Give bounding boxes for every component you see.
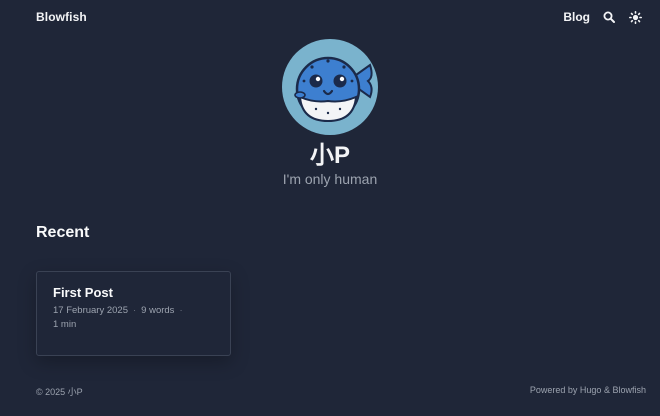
post-date: 17 February 2025: [53, 305, 128, 316]
nav-blog-link[interactable]: Blog: [563, 10, 590, 24]
author-headline: I'm only human: [282, 171, 378, 187]
footer-copyright: © 2025 小P: [36, 387, 83, 397]
post-word-count: 9 words: [141, 305, 175, 316]
post-card[interactable]: First Post 17 February 2025 · 9 words · 1 m…: [36, 271, 231, 356]
site-brand-link[interactable]: Blowfish: [36, 10, 87, 24]
author-profile: 小P I'm only human: [0, 39, 660, 187]
page: Blowfish Blog 小P I'm only human Recent F…: [0, 0, 660, 416]
search-icon[interactable]: [602, 10, 616, 24]
site-footer: © 2025 小P Powered by Hugo & Blowfish: [36, 385, 646, 398]
footer-powered-by: Powered by Hugo & Blowfish: [530, 385, 646, 398]
site-header: Blowfish Blog: [0, 0, 660, 34]
meta-separator: ·: [179, 305, 183, 316]
meta-separator: ·: [133, 305, 137, 316]
hugo-link[interactable]: Hugo: [580, 385, 602, 395]
ampersand: &: [603, 385, 610, 395]
main-nav: Blog: [563, 10, 642, 24]
author-name: 小P: [309, 142, 350, 169]
powered-by-text: Powered by: [529, 385, 578, 395]
blowfish-link[interactable]: Blowfish: [612, 385, 646, 395]
recent-heading: Recent: [36, 224, 90, 241]
sun-icon[interactable]: [628, 10, 642, 24]
blowfish-avatar: [282, 39, 378, 135]
post-meta: 17 February 2025 · 9 words · 1 min: [53, 304, 214, 332]
post-title[interactable]: First Post: [53, 285, 214, 300]
post-reading-time: 1 min: [53, 319, 77, 330]
